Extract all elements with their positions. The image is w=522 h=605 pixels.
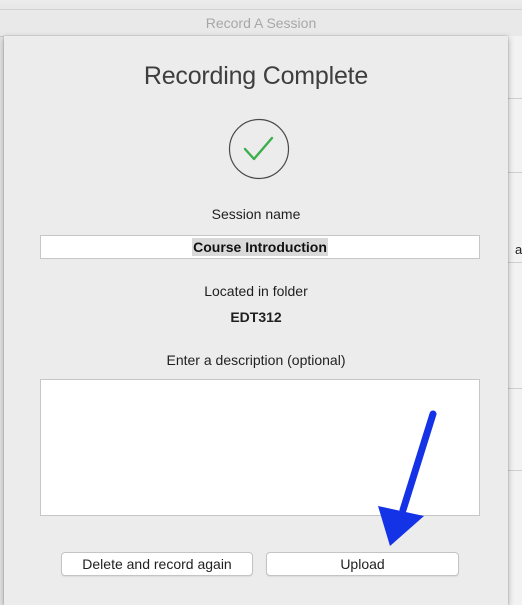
recording-complete-dialog: Recording Complete Session name Course I… (4, 36, 508, 605)
session-name-value: Course Introduction (192, 238, 328, 256)
background-text-fragment: a (515, 242, 522, 257)
background-divider (508, 388, 522, 389)
title-strip: Record A Session (0, 9, 522, 37)
delete-and-record-again-button[interactable]: Delete and record again (61, 552, 253, 576)
checkmark-circle-icon (228, 118, 290, 180)
window-titlebar: Record A Session (0, 0, 522, 37)
background-divider (508, 262, 522, 263)
window-title: Record A Session (205, 15, 317, 31)
session-name-input[interactable]: Course Introduction (40, 235, 480, 259)
description-textarea[interactable] (40, 379, 480, 516)
background-divider (508, 98, 522, 99)
dialog-heading: Recording Complete (143, 62, 369, 90)
background-window (508, 36, 522, 605)
folder-label: Located in folder (204, 283, 308, 299)
session-name-label: Session name (211, 206, 301, 222)
description-label: Enter a description (optional) (166, 352, 346, 368)
folder-value: EDT312 (230, 309, 282, 325)
upload-button[interactable]: Upload (266, 552, 459, 576)
background-divider (508, 172, 522, 173)
background-divider (508, 470, 522, 471)
